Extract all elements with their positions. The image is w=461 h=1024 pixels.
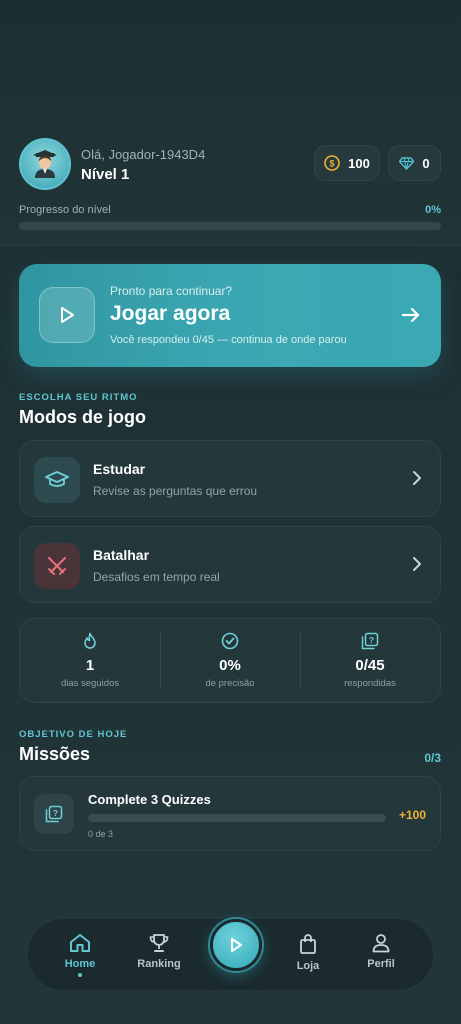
nav-label-profile: Perfil xyxy=(367,958,395,970)
profile-header: Olá, Jogador-1943D4 Nível 1 $ 100 0 Prog… xyxy=(0,0,461,246)
svg-text:?: ? xyxy=(369,635,374,645)
missions-count: 0/3 xyxy=(424,751,441,765)
mission-icon-box: ? xyxy=(34,794,74,834)
mode-study-card[interactable]: Estudar Revise as perguntas que errou xyxy=(19,440,441,517)
stat-streak-label: dias seguidos xyxy=(60,678,120,689)
mission-progress-bar xyxy=(88,814,386,822)
stat-accuracy: 0% de precisão xyxy=(160,619,300,702)
play-now-card[interactable]: Pronto para continuar? Jogar agora Você … xyxy=(19,264,441,367)
mode-battle-icon-box xyxy=(34,543,80,589)
avatar[interactable] xyxy=(19,138,71,190)
stat-streak-value: 1 xyxy=(85,657,95,674)
shopping-bag-icon xyxy=(300,934,316,954)
flame-icon xyxy=(84,632,96,649)
mission-reward: +100 xyxy=(398,808,426,822)
diamond-icon xyxy=(399,156,415,170)
nav-item-shop[interactable]: Loja xyxy=(278,933,338,972)
nav-item-home[interactable]: Home xyxy=(50,933,110,977)
chevron-right-icon xyxy=(413,471,421,485)
play-title: Jogar agora xyxy=(110,302,231,325)
arrow-right-icon xyxy=(401,307,420,323)
trophy-icon xyxy=(149,934,169,952)
mission-title: Complete 3 Quizzes xyxy=(88,792,211,807)
mission-card[interactable]: ? Complete 3 Quizzes 0 de 3 +100 xyxy=(19,776,441,851)
gems-balance[interactable]: 0 xyxy=(388,145,441,181)
stat-streak: 1 dias seguidos xyxy=(20,619,160,702)
level-progress-percent: 0% xyxy=(425,204,441,216)
mode-battle-card[interactable]: Batalhar Desafios em tempo real xyxy=(19,526,441,603)
play-fab-button[interactable] xyxy=(210,919,262,971)
mode-study-icon-box xyxy=(34,457,80,503)
stat-accuracy-value: 0% xyxy=(219,657,241,674)
missions-title: Missões xyxy=(19,744,91,764)
missions-kicker: OBJETIVO DE HOJE xyxy=(19,729,128,740)
level-progress-bar xyxy=(19,222,441,230)
stats-panel: 1 dias seguidos 0% de precisão ? 0/45 re… xyxy=(19,618,441,703)
svg-text:?: ? xyxy=(53,808,58,818)
svg-text:$: $ xyxy=(330,159,335,169)
modes-title: Modos de jogo xyxy=(19,407,146,427)
student-avatar-icon xyxy=(33,150,57,178)
nav-label-ranking: Ranking xyxy=(137,958,181,970)
greeting-text: Olá, Jogador-1943D4 xyxy=(81,147,206,162)
play-description: Você respondeu 0/45 — continua de onde p… xyxy=(110,334,347,346)
mode-battle-description: Desafios em tempo real xyxy=(93,570,220,584)
home-icon xyxy=(70,934,90,952)
nav-item-ranking[interactable]: Ranking xyxy=(129,933,189,970)
check-circle-icon xyxy=(221,632,239,650)
play-icon-box xyxy=(39,287,95,343)
mission-progress-text: 0 de 3 xyxy=(88,829,114,839)
level-progress-label: Progresso do nível xyxy=(19,204,111,216)
mode-battle-title: Batalhar xyxy=(93,547,150,563)
stat-answered-value: 0/45 xyxy=(355,657,385,674)
nav-label-shop: Loja xyxy=(296,960,320,972)
gems-value: 0 xyxy=(422,155,430,171)
coin-icon: $ xyxy=(324,155,340,171)
nav-label-home: Home xyxy=(64,958,96,970)
play-subtitle: Pronto para continuar? xyxy=(110,284,233,298)
mode-study-title: Estudar xyxy=(93,461,146,477)
chevron-right-icon xyxy=(413,557,421,571)
stat-answered-label: respondidas xyxy=(344,678,396,689)
modes-kicker: ESCOLHA SEU RITMO xyxy=(19,392,138,403)
question-cards-icon: ? xyxy=(361,632,379,650)
active-indicator-dot xyxy=(78,973,82,977)
play-icon xyxy=(231,938,242,952)
stat-accuracy-label: de precisão xyxy=(205,678,255,689)
user-icon xyxy=(372,934,390,953)
graduation-cap-icon xyxy=(45,471,69,487)
nav-item-profile[interactable]: Perfil xyxy=(351,933,411,970)
coins-value: 100 xyxy=(348,155,370,171)
coins-balance[interactable]: $ 100 xyxy=(314,145,380,181)
level-text: Nível 1 xyxy=(81,166,130,183)
play-icon xyxy=(61,307,74,323)
mode-study-description: Revise as perguntas que errou xyxy=(93,484,258,498)
question-cards-icon: ? xyxy=(45,805,63,823)
stat-answered: ? 0/45 respondidas xyxy=(300,619,440,702)
crossed-swords-icon xyxy=(47,556,67,575)
